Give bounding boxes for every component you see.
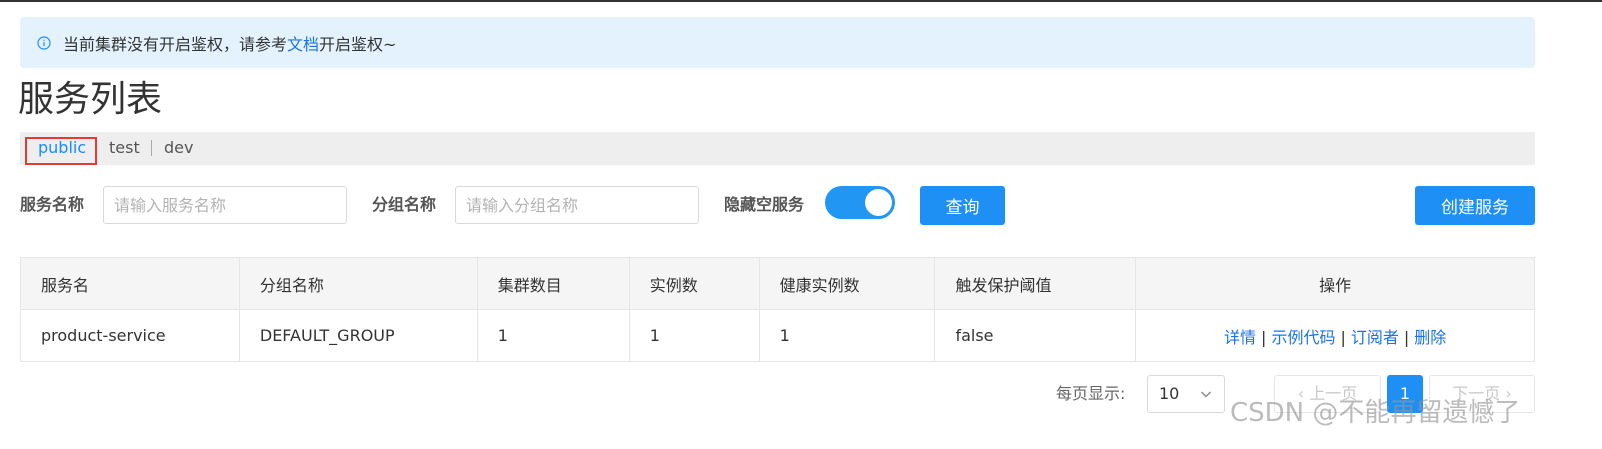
prev-page-button[interactable]: ‹ 上一页: [1274, 375, 1381, 413]
page-size-value: 10: [1159, 384, 1180, 403]
notice-text-before: 当前集群没有开启鉴权，请参考: [63, 34, 288, 54]
namespace-tab-dev[interactable]: dev: [164, 138, 193, 158]
chevron-left-icon: ‹: [1297, 384, 1310, 403]
service-name-input[interactable]: [103, 186, 347, 224]
column-header-actions: 操作: [1135, 257, 1535, 310]
cell-group-name: DEFAULT_GROUP: [238, 309, 478, 362]
chevron-right-icon: ›: [1500, 384, 1512, 403]
hide-empty-services-label: 隐藏空服务: [724, 195, 805, 214]
delete-link[interactable]: 删除: [1414, 328, 1446, 347]
page-size-label: 每页显示:: [1056, 384, 1126, 403]
namespace-tabs: public test dev: [20, 132, 1535, 165]
namespace-tab-test[interactable]: test: [109, 138, 140, 158]
current-page-button[interactable]: 1: [1387, 375, 1423, 413]
detail-link[interactable]: 详情: [1224, 328, 1256, 347]
group-name-input[interactable]: [455, 186, 699, 224]
group-name-label: 分组名称: [372, 195, 437, 214]
cell-cluster-count: 1: [476, 309, 630, 362]
cell-instance-count: 1: [628, 309, 760, 362]
subscribers-link[interactable]: 订阅者: [1351, 328, 1399, 347]
namespace-separator: [151, 140, 152, 156]
namespace-tab-public[interactable]: public: [38, 138, 86, 158]
toggle-knob: [865, 189, 892, 216]
next-page-label: 下一页: [1452, 384, 1501, 403]
auth-notice-banner: 当前集群没有开启鉴权，请参考 文档 开启鉴权~: [20, 17, 1535, 68]
column-header-cluster-count: 集群数目: [476, 257, 630, 310]
column-header-instance-count: 实例数: [628, 257, 760, 310]
sample-code-link[interactable]: 示例代码: [1271, 328, 1335, 347]
table-header-row: 服务名 分组名称 集群数目 实例数 健康实例数 触发保护阈值 操作: [20, 257, 1535, 310]
column-header-group-name: 分组名称: [238, 257, 478, 310]
query-button[interactable]: 查询: [920, 186, 1005, 225]
action-separator: |: [1403, 327, 1410, 347]
top-border: [0, 0, 1602, 2]
prev-page-label: 上一页: [1309, 384, 1358, 403]
cell-service-name: product-service: [20, 309, 240, 362]
column-header-protect-threshold: 触发保护阈值: [934, 257, 1137, 310]
column-header-healthy-instance-count: 健康实例数: [758, 257, 936, 310]
page-size-select[interactable]: 10: [1147, 375, 1225, 413]
service-name-label: 服务名称: [20, 195, 85, 214]
chevron-down-icon: [1201, 391, 1211, 398]
create-service-button[interactable]: 创建服务: [1415, 186, 1535, 225]
service-table: 服务名 分组名称 集群数目 实例数 健康实例数 触发保护阈值 操作 produc…: [20, 257, 1535, 362]
notice-text-after: 开启鉴权~: [319, 34, 397, 54]
table-row: product-service DEFAULT_GROUP 1 1 1 fals…: [20, 309, 1535, 362]
cell-protect-threshold: false: [934, 309, 1137, 362]
hide-empty-services-toggle[interactable]: [825, 186, 895, 219]
cell-healthy-instance-count: 1: [758, 309, 936, 362]
page-title: 服务列表: [18, 79, 163, 120]
cell-actions: 详情 | 示例代码 | 订阅者 | 删除: [1135, 309, 1535, 362]
next-page-button[interactable]: 下一页 ›: [1429, 375, 1535, 413]
column-header-service-name: 服务名: [20, 257, 240, 310]
action-separator: |: [1261, 327, 1267, 347]
action-separator: |: [1340, 327, 1346, 347]
notice-doc-link[interactable]: 文档: [287, 31, 319, 55]
info-icon: [37, 35, 51, 50]
